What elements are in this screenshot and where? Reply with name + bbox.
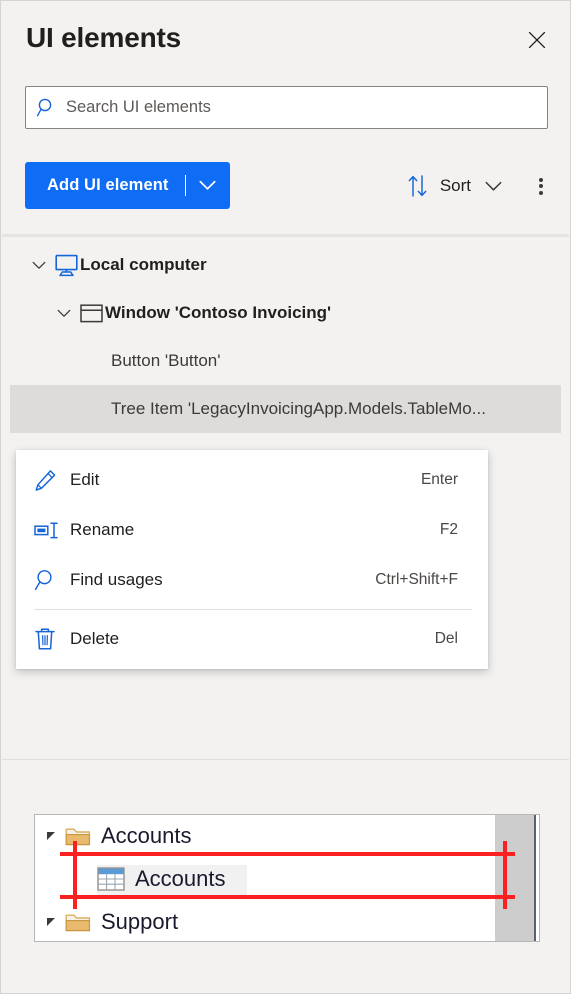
- tree-item-label: Button 'Button': [111, 351, 221, 370]
- preview-divider: [2, 759, 569, 760]
- pencil-icon: [34, 469, 70, 492]
- command-bar: Add UI element Sort: [1, 162, 570, 210]
- context-menu-item-label: Rename: [70, 520, 135, 539]
- monitor-icon: [52, 254, 80, 277]
- panel-header: UI elements: [1, 1, 570, 77]
- context-menu: Edit Enter Rename F2 Find usages Ctrl+Sh…: [16, 450, 488, 669]
- context-menu-item-label: Edit: [70, 470, 100, 489]
- sort-button[interactable]: Sort: [407, 167, 502, 205]
- dot: [539, 184, 543, 188]
- tree-item-label: Local computer: [80, 255, 207, 274]
- context-menu-separator: [34, 609, 472, 610]
- element-preview-image: Accounts Accounts Support: [34, 814, 540, 942]
- context-menu-item-shortcut: Ctrl+Shift+F: [375, 571, 458, 588]
- context-menu-item-find-usages[interactable]: Find usages Ctrl+Shift+F: [16, 555, 488, 605]
- context-menu-item-rename[interactable]: Rename F2: [16, 505, 488, 555]
- tree-item-label: Tree Item 'LegacyInvoicingApp.Models.Tab…: [111, 399, 486, 418]
- sort-arrows-icon: [407, 174, 429, 198]
- context-menu-item-label: Delete: [70, 629, 120, 648]
- trash-icon: [34, 627, 70, 651]
- dot: [539, 177, 543, 182]
- add-ui-element-label: Add UI element: [47, 176, 169, 194]
- preview-row: Accounts: [47, 815, 192, 857]
- chevron-down-icon[interactable]: [485, 181, 502, 192]
- preview-row: Support: [47, 901, 179, 941]
- ui-elements-tree: Local computer Window 'Contoso Invoicing…: [1, 241, 570, 433]
- search-icon: [34, 568, 70, 592]
- context-menu-item-shortcut: Del: [434, 630, 458, 647]
- preview-scrollbar: [495, 815, 536, 941]
- more-vertical-icon[interactable]: [524, 167, 558, 205]
- search-icon: [26, 97, 66, 118]
- triangle-icon: [47, 832, 55, 840]
- context-menu-item-shortcut: Enter: [420, 471, 458, 488]
- table-icon: [97, 866, 125, 892]
- preview-row-label: Accounts: [101, 823, 192, 848]
- tree-item-window[interactable]: Window 'Contoso Invoicing': [1, 289, 570, 337]
- close-icon[interactable]: [521, 24, 553, 56]
- add-ui-element-button[interactable]: Add UI element: [25, 162, 230, 209]
- preview-row-label: Support: [101, 909, 179, 934]
- tree-item-button[interactable]: Button 'Button': [1, 337, 570, 385]
- rename-icon: [34, 521, 70, 539]
- sort-label: Sort: [439, 176, 471, 195]
- chevron-down-icon[interactable]: [26, 261, 52, 270]
- folder-icon: [65, 912, 91, 933]
- search-input[interactable]: [66, 87, 547, 128]
- search-box[interactable]: [25, 86, 548, 129]
- chevron-down-icon[interactable]: [51, 309, 77, 318]
- header-divider: [2, 234, 569, 237]
- page-title: UI elements: [26, 22, 181, 53]
- context-menu-item-label: Find usages: [70, 570, 163, 589]
- ui-elements-panel: UI elements Add UI element: [0, 0, 571, 994]
- preview-row-label: Accounts: [135, 866, 226, 891]
- highlight-line-right: [503, 841, 507, 909]
- context-menu-item-edit[interactable]: Edit Enter: [16, 455, 488, 505]
- highlight-line-left: [73, 841, 77, 909]
- tree-item-local-computer[interactable]: Local computer: [1, 241, 570, 289]
- dot: [539, 190, 543, 195]
- window-icon: [77, 303, 105, 324]
- preview-row: Accounts: [97, 858, 226, 900]
- chevron-down-icon[interactable]: [186, 180, 230, 191]
- triangle-icon: [47, 918, 55, 926]
- preview-panel: Accounts Accounts Support: [1, 761, 570, 993]
- highlight-line-top: [60, 852, 515, 856]
- context-menu-item-shortcut: F2: [439, 521, 458, 538]
- tree-item-label: Window 'Contoso Invoicing': [105, 303, 332, 322]
- highlight-line-bottom: [60, 895, 515, 899]
- tree-item-tree-item-selected[interactable]: Tree Item 'LegacyInvoicingApp.Models.Tab…: [10, 385, 561, 433]
- context-menu-item-delete[interactable]: Delete Del: [16, 614, 488, 664]
- folder-icon: [65, 826, 91, 847]
